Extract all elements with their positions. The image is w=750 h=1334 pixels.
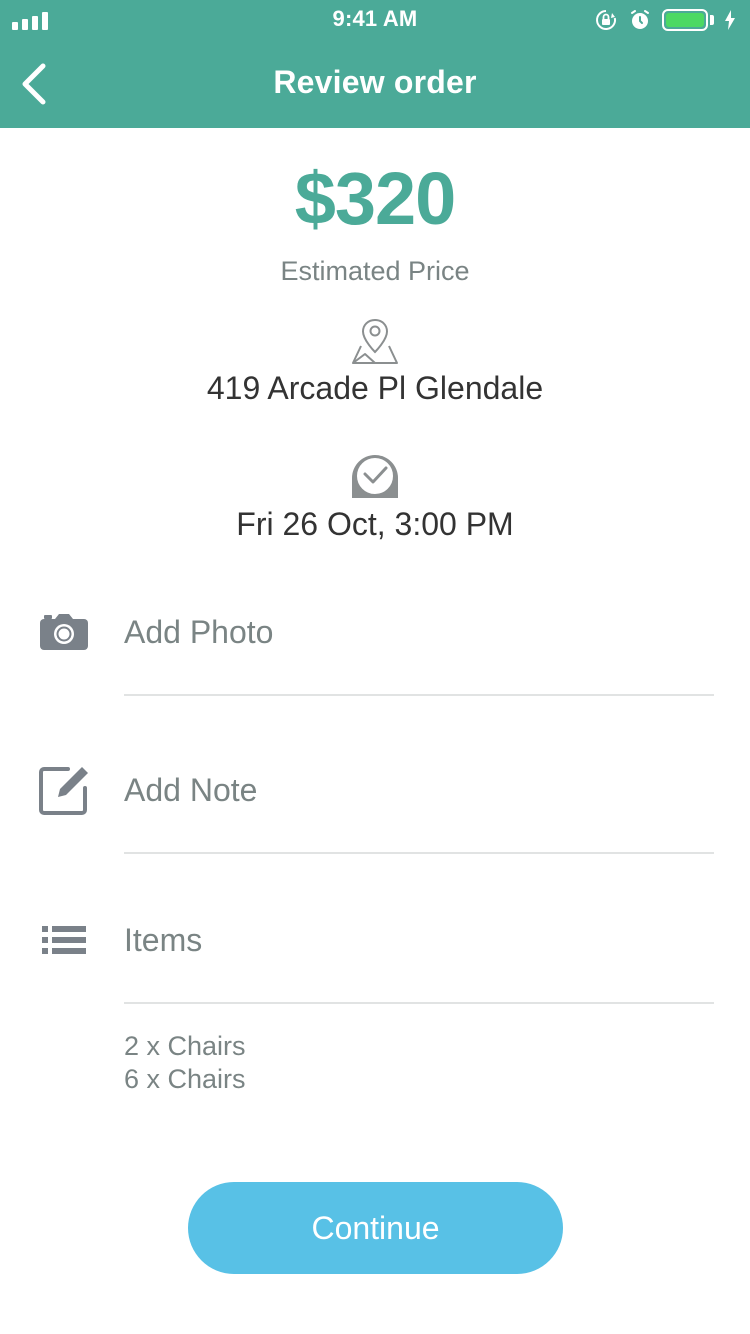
alarm-icon bbox=[628, 8, 652, 32]
items-label: Items bbox=[124, 922, 203, 958]
charging-icon bbox=[724, 8, 736, 32]
items-row[interactable]: Items bbox=[0, 894, 750, 1004]
battery-icon bbox=[662, 9, 714, 31]
add-note-row[interactable]: Add Note bbox=[0, 744, 750, 854]
camera-icon bbox=[38, 606, 90, 658]
estimated-price-label: Estimated Price bbox=[280, 256, 470, 286]
address: 419 Arcade Pl Glendale bbox=[206, 370, 544, 406]
status-icons bbox=[594, 7, 736, 33]
scheduled-datetime: Fri 26 Oct, 3:00 PM bbox=[236, 506, 514, 542]
add-note-label: Add Note bbox=[124, 772, 258, 808]
continue-button[interactable]: Continue bbox=[188, 1182, 563, 1274]
list-icon bbox=[38, 914, 90, 966]
estimated-price: $320 bbox=[294, 157, 457, 240]
row-divider bbox=[124, 694, 714, 696]
items-list: 2 x Chairs 6 x Chairs bbox=[124, 1030, 246, 1096]
list-item: 6 x Chairs bbox=[124, 1064, 246, 1094]
app-header: 9:41 AM Review order bbox=[0, 0, 750, 128]
rotation-lock-icon bbox=[594, 8, 618, 32]
list-item: 2 x Chairs bbox=[124, 1031, 246, 1061]
edit-note-icon bbox=[38, 764, 90, 816]
location-pin-icon bbox=[350, 316, 400, 366]
add-photo-label: Add Photo bbox=[124, 614, 274, 650]
row-divider bbox=[124, 852, 714, 854]
row-divider bbox=[124, 1002, 714, 1004]
clock-icon bbox=[350, 452, 400, 502]
page-title: Review order bbox=[273, 64, 477, 100]
add-photo-row[interactable]: Add Photo bbox=[0, 586, 750, 696]
